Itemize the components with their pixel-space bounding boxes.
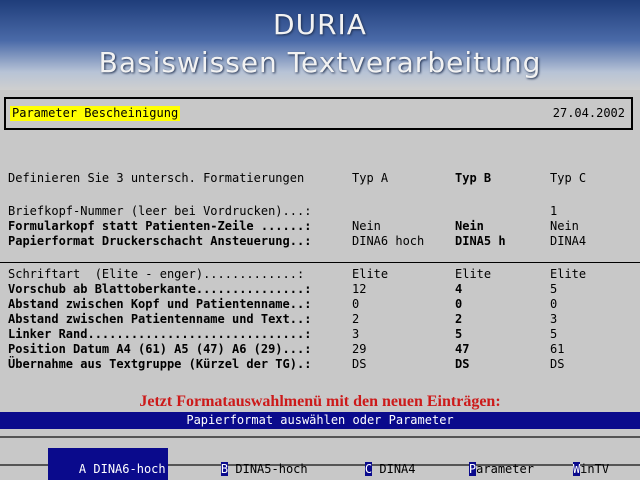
parameter-label: Position Datum A4 (61) A5 (47) A6 (29)..…	[8, 342, 312, 356]
menu-label-dina5: DINA5-hoch	[228, 462, 308, 476]
menu-item-parameter[interactable]: Parameter	[440, 448, 534, 480]
parameter-label: Linker Rand.............................…	[8, 327, 312, 341]
parameter-value-b[interactable]: 0	[455, 298, 462, 311]
menu-label-dina6: DINA6-hoch	[86, 462, 166, 476]
parameter-label: Briefkopf-Nummer (leer bei Vordrucken)..…	[8, 204, 312, 218]
parameter-label: Abstand zwischen Kopf und Patientenname.…	[8, 297, 312, 311]
parameter-label: Übernahme aus Textgruppe (Kürzel der TG)…	[8, 357, 312, 371]
parameter-value-b[interactable]: DINA5 h	[455, 235, 506, 248]
column-header-a: Typ A	[352, 171, 389, 185]
parameter-value-c[interactable]: DINA4	[550, 235, 586, 248]
column-header-b: Typ B	[455, 171, 492, 185]
menu-label-dina4: DINA4	[372, 462, 416, 476]
parameter-value-c[interactable]: 61	[550, 343, 564, 356]
parameter-value-b[interactable]: Elite	[455, 268, 491, 281]
parameter-value-b[interactable]: 47	[455, 343, 469, 356]
parameter-row: Vorschub ab Blattoberkante..............…	[8, 283, 632, 296]
parameter-label: Vorschub ab Blattoberkante..............…	[8, 282, 312, 296]
menu-item-wintv[interactable]: WinTV	[544, 448, 609, 480]
parameter-value-c[interactable]: DS	[550, 358, 564, 371]
parameter-row: Schriftart (Elite - enger).............:…	[8, 268, 632, 281]
status-bar: Papierformat auswählen oder Parameter	[0, 412, 640, 429]
parameter-row: Linker Rand.............................…	[8, 328, 632, 341]
parameter-value-a[interactable]: 12	[352, 283, 366, 296]
app-subtitle: Basiswissen Textverarbeitung	[98, 46, 542, 79]
column-header-label: Definieren Sie 3 untersch. Formatierunge…	[8, 171, 305, 185]
parameter-value-a[interactable]: Nein	[352, 220, 381, 233]
parameter-value-b[interactable]: 2	[455, 313, 462, 326]
parameter-row: Übernahme aus Textgruppe (Kürzel der TG)…	[8, 358, 632, 371]
parameter-label: Papierformat Druckerschacht Ansteuerung.…	[8, 234, 312, 248]
parameter-value-a[interactable]: DS	[352, 358, 366, 371]
header-box: Parameter Bescheinigung 27.04.2002	[4, 97, 633, 130]
menu-item-dina6[interactable]: A DINA6-hoch	[48, 448, 168, 480]
form-date: 27.04.2002	[552, 106, 625, 120]
menu-item-dina4[interactable]: C DINA4	[336, 448, 416, 480]
parameter-value-a[interactable]: DINA6 hoch	[352, 235, 424, 248]
menu-label-wintv: inTV	[580, 462, 610, 476]
parameter-value-c[interactable]: Elite	[550, 268, 586, 281]
parameter-value-b[interactable]: Nein	[455, 220, 484, 233]
parameter-value-c[interactable]: 0	[550, 298, 557, 311]
parameter-value-a[interactable]: 2	[352, 313, 359, 326]
format-menu: A DINA6-hoch B DINA5-hoch C DINA4 Parame…	[0, 436, 640, 480]
notice-text: Jetzt Formatauswahlmenü mit den neuen Ei…	[139, 393, 501, 410]
parameter-value-c[interactable]: 5	[550, 283, 557, 296]
parameter-row: Formularkopf statt Patienten-Zeile .....…	[8, 220, 632, 233]
parameter-value-b[interactable]: 4	[455, 283, 462, 296]
app-title: DURIA	[273, 8, 367, 41]
parameter-row: Abstand zwischen Kopf und Patientenname.…	[8, 298, 632, 311]
parameter-value-c[interactable]: 1	[550, 205, 557, 218]
parameter-label: Abstand zwischen Patientenname und Text.…	[8, 312, 312, 326]
parameter-label: Formularkopf statt Patienten-Zeile .....…	[8, 219, 312, 233]
parameter-value-a[interactable]: Elite	[352, 268, 388, 281]
menu-item-dina5[interactable]: B DINA5-hoch	[192, 448, 308, 480]
parameter-label: Schriftart (Elite - enger).............:	[8, 267, 305, 281]
parameter-value-b[interactable]: 5	[455, 328, 462, 341]
parameter-row: Position Datum A4 (61) A5 (47) A6 (29)..…	[8, 343, 632, 356]
divider	[0, 262, 640, 263]
parameter-value-c[interactable]: Nein	[550, 220, 579, 233]
parameter-value-b[interactable]: DS	[455, 358, 469, 371]
column-header-c: Typ C	[550, 171, 587, 185]
parameter-row: Briefkopf-Nummer (leer bei Vordrucken)..…	[8, 205, 632, 218]
parameter-value-c[interactable]: 3	[550, 313, 557, 326]
parameter-value-c[interactable]: 5	[550, 328, 557, 341]
column-header-row: Definieren Sie 3 untersch. Formatierunge…	[8, 172, 632, 185]
parameter-value-a[interactable]: 3	[352, 328, 359, 341]
parameter-row: Abstand zwischen Patientenname und Text.…	[8, 313, 632, 326]
parameter-value-a[interactable]: 29	[352, 343, 366, 356]
parameter-row: Papierformat Druckerschacht Ansteuerung.…	[8, 235, 632, 248]
menu-label-parameter: arameter	[476, 462, 534, 476]
parameter-value-a[interactable]: 0	[352, 298, 359, 311]
title-banner: DURIA Basiswissen Textverarbeitung	[0, 0, 640, 90]
form-title: Parameter Bescheinigung	[10, 106, 181, 121]
